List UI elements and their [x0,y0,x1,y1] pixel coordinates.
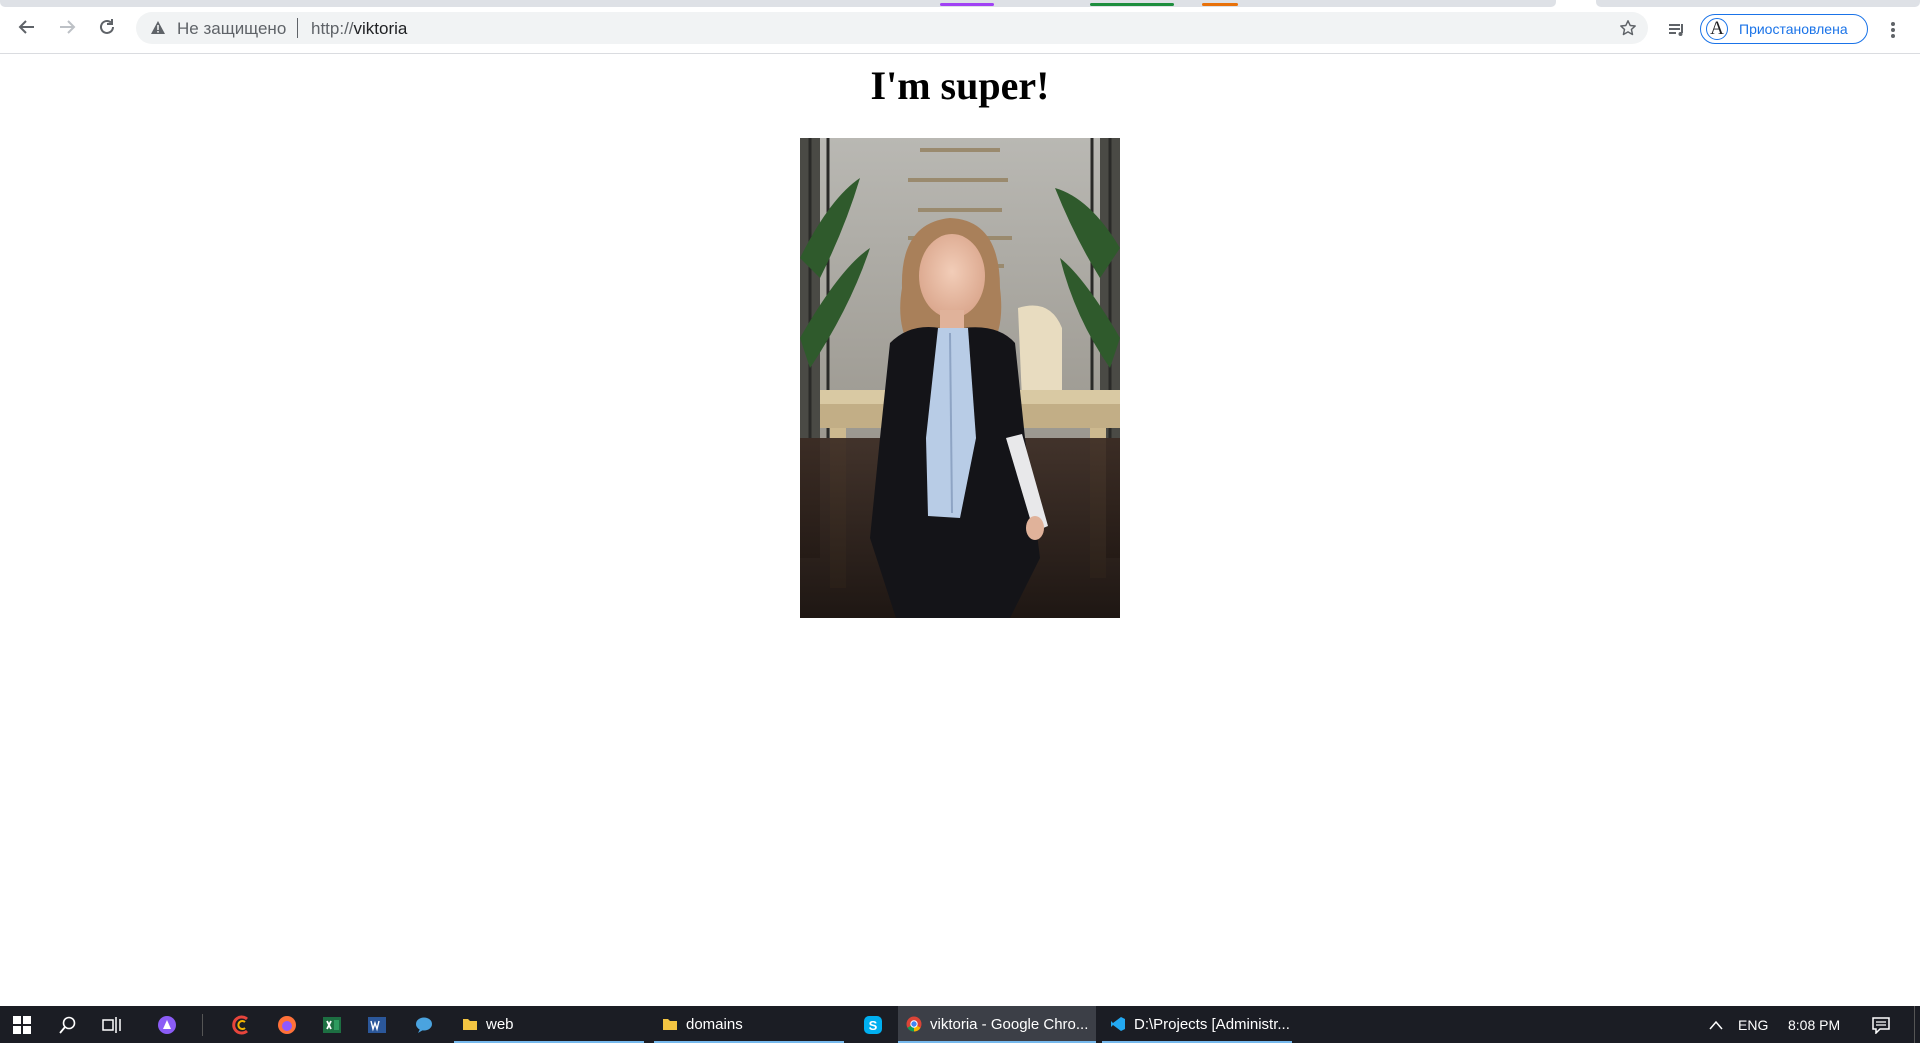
search-icon [59,1016,76,1034]
language-label: ENG [1738,1016,1769,1033]
url-host: viktoria [353,19,408,38]
windows-taskbar: web domains S viktoria - Google Chro... … [0,1006,1920,1043]
pinned-app-messenger[interactable] [402,1006,446,1043]
tab-strip-background [0,0,1556,7]
clock-time: 8:08 PM [1788,1016,1841,1033]
tab-strip-background-right [1596,0,1920,7]
excel-icon [323,1016,341,1033]
show-desktop-button[interactable] [1914,1006,1915,1043]
star-icon [1620,20,1636,36]
page-content: I'm super! [0,54,1920,1006]
taskbar-window-chrome[interactable]: viktoria - Google Chro... [898,1006,1096,1043]
chrome-icon [906,1016,922,1032]
media-control-button[interactable] [1664,17,1690,43]
page-heading: I'm super! [870,63,1050,108]
notification-icon [1872,1016,1890,1034]
taskbar-window-label: web [486,1016,514,1033]
taskbar-window-label: domains [686,1016,743,1033]
pinned-app-excel[interactable] [310,1006,354,1043]
taskbar-divider [202,1014,203,1036]
tab-strip [0,0,1920,7]
windows-logo-icon [13,1015,31,1034]
folder-icon [463,1019,477,1030]
profile-status-label: Приостановлена [1739,21,1848,37]
profile-button[interactable]: A Приостановлена [1700,14,1868,44]
alice-assistant-icon [158,1015,176,1034]
taskbar-window-label: viktoria - Google Chro... [930,1016,1089,1033]
word-icon [368,1016,386,1033]
omnibox-divider [297,18,298,38]
input-language-indicator[interactable]: ENG [1738,1006,1768,1043]
url-text[interactable]: http://viktoria [311,19,407,39]
arrow-right-icon [60,20,76,34]
more-vertical-icon [1891,22,1895,38]
reload-icon [100,19,114,34]
avatar: A [1706,18,1728,40]
ccleaner-icon [232,1015,248,1034]
tab-group-marker[interactable] [1202,3,1238,6]
pinned-app-skype[interactable]: S [851,1006,895,1043]
browser-menu-button[interactable] [1880,17,1906,43]
svg-text:S: S [869,1018,878,1033]
tab-group-marker[interactable] [1090,3,1174,6]
forward-button[interactable] [53,13,81,41]
playlist-icon [1669,24,1683,36]
pinned-app-firefox[interactable] [265,1006,309,1043]
clock[interactable]: 8:08 PM [1788,1006,1840,1043]
security-status-label[interactable]: Не защищено [177,19,286,39]
taskbar-window-web[interactable]: web [454,1006,644,1043]
pinned-app-alice[interactable] [145,1006,189,1043]
back-button[interactable] [13,13,41,41]
chevron-up-icon [1709,1020,1723,1029]
folder-icon [663,1019,677,1030]
vscode-icon [1111,1017,1125,1031]
reload-button[interactable] [93,13,121,41]
warning-icon[interactable] [150,20,166,36]
pinned-app-ccleaner[interactable] [220,1006,264,1043]
arrow-left-icon [18,20,34,34]
tab-group-marker[interactable] [940,3,994,6]
pinned-app-word[interactable] [355,1006,399,1043]
url-scheme: http:// [311,19,354,38]
chat-bubble-icon [416,1017,432,1033]
taskbar-window-vscode[interactable]: D:\Projects [Administr... [1102,1006,1292,1043]
task-view-icon [102,1016,121,1033]
firefox-icon [278,1015,296,1034]
task-view-button[interactable] [90,1006,134,1043]
search-button[interactable] [46,1006,90,1043]
taskbar-window-domains[interactable]: domains [654,1006,844,1043]
skype-icon: S [864,1015,882,1034]
address-bar[interactable]: Не защищено http://viktoria [136,12,1648,44]
bookmark-button[interactable] [1616,16,1640,40]
start-button[interactable] [0,1006,44,1043]
portrait-photo [800,138,1120,618]
taskbar-window-label: D:\Projects [Administr... [1134,1016,1290,1033]
browser-toolbar: Не защищено http://viktoria A Приостанов… [0,7,1920,54]
show-hidden-icons-button[interactable] [1704,1006,1728,1043]
action-center-button[interactable] [1866,1006,1896,1043]
